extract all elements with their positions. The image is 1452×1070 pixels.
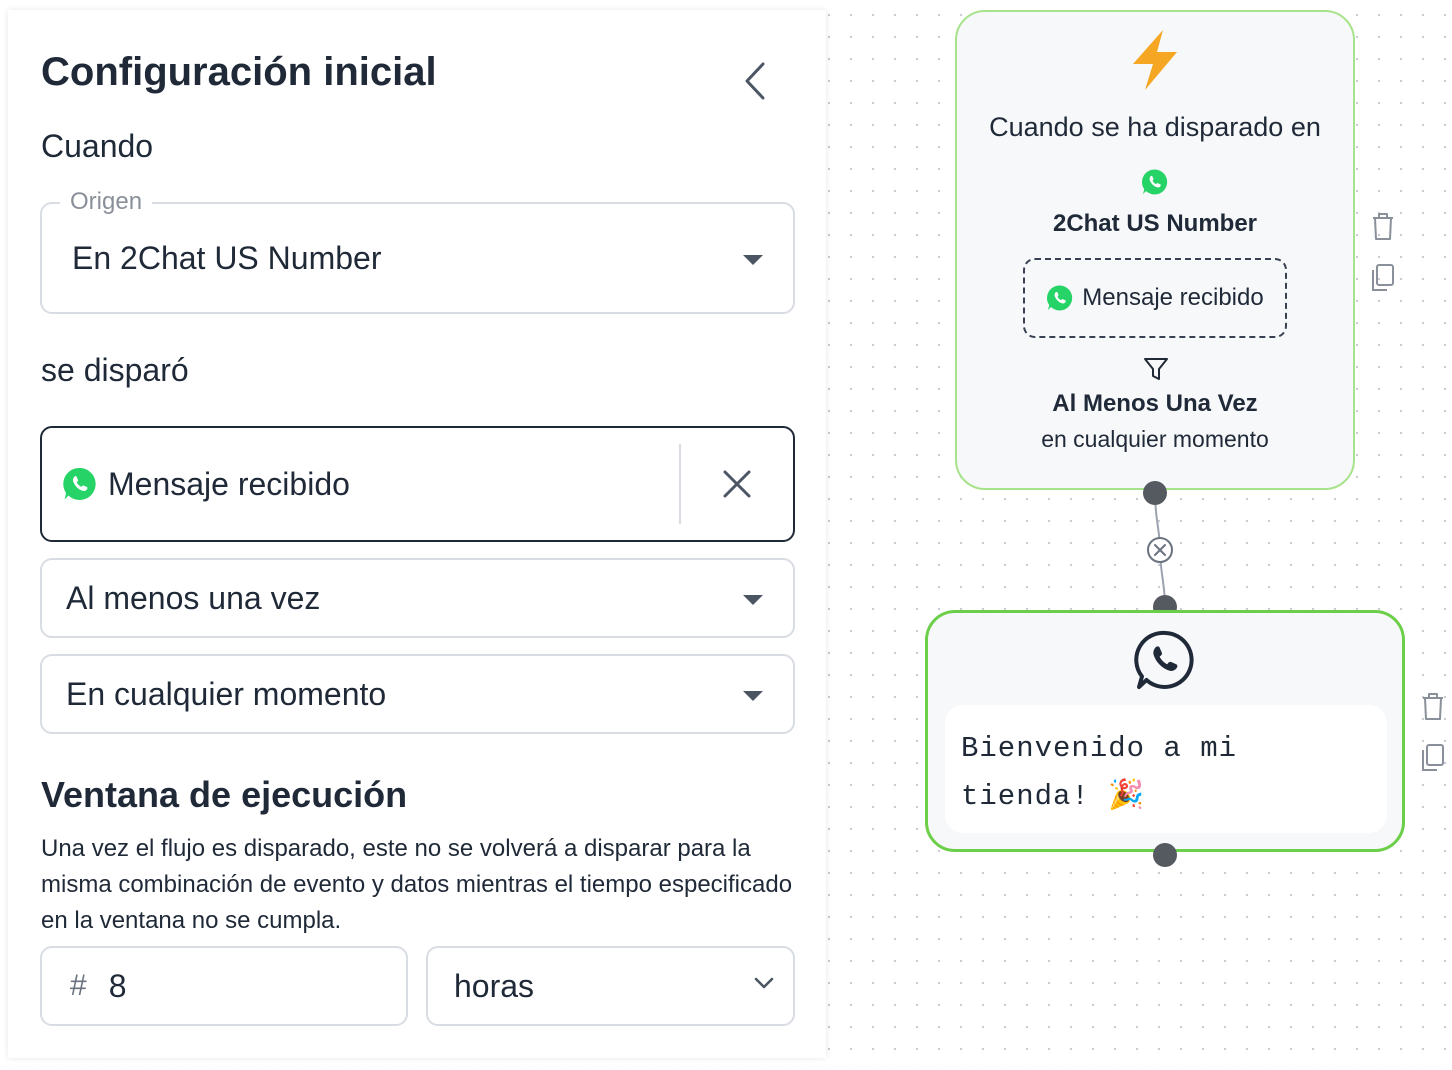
message-bubble[interactable]: Bienvenido a mi tienda! 🎉 <box>945 705 1387 833</box>
whatsapp-icon <box>1047 285 1073 311</box>
trigger-title: Cuando se ha disparado en <box>989 112 1321 142</box>
copy-icon[interactable] <box>1369 262 1397 294</box>
message-node[interactable]: Bienvenido a mi tienda! 🎉 <box>925 610 1405 852</box>
trigger-source: 2Chat US Number <box>1052 210 1258 237</box>
remove-connection-icon[interactable] <box>1147 537 1173 563</box>
lightning-icon <box>1133 30 1177 90</box>
trash-icon[interactable] <box>1369 210 1397 242</box>
message-output-handle[interactable] <box>1153 843 1177 867</box>
trash-icon[interactable] <box>1419 690 1447 722</box>
trigger-node[interactable]: Cuando se ha disparado en 2Chat US Numbe… <box>955 10 1355 490</box>
trigger-event-box: Mensaje recibido <box>1023 258 1287 338</box>
whatsapp-icon <box>1141 169 1168 195</box>
copy-icon[interactable] <box>1419 742 1447 774</box>
trigger-output-handle[interactable] <box>1143 481 1167 505</box>
trigger-frequency: Al Menos Una Vez <box>1052 390 1258 417</box>
trigger-time: en cualquier momento <box>1041 426 1269 452</box>
whatsapp-icon <box>1134 630 1194 689</box>
trigger-event-label: Mensaje recibido <box>1082 284 1264 311</box>
filter-icon <box>1144 358 1168 380</box>
